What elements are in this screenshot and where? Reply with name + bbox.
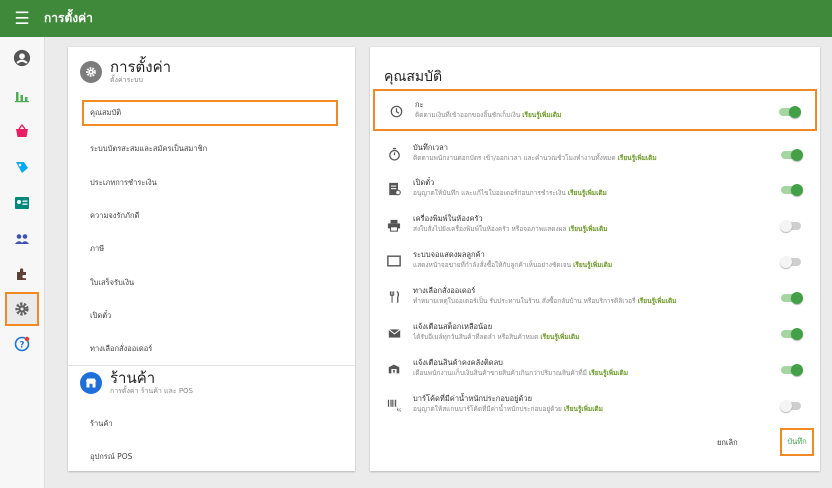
display-icon xyxy=(386,253,402,269)
feature-description: ส่งใบสั่งไปยังเครื่องพิมพ์ในห้องครัว หรื… xyxy=(413,225,608,233)
stopwatch-icon xyxy=(386,146,402,162)
feature-toggle[interactable] xyxy=(781,364,803,376)
menu-item-features[interactable]: คุณสมบัติ xyxy=(82,100,338,126)
items-icon[interactable] xyxy=(7,152,37,182)
menu-item-loyalty-cards[interactable]: ระบบบัตรสะสมและสมัครเป็นสมาชิก xyxy=(82,136,338,162)
feature-toggle[interactable] xyxy=(780,256,803,268)
store-icon xyxy=(80,372,102,394)
learn-more-link[interactable]: เรียนรู้เพิ่มเติม xyxy=(618,154,657,162)
learn-more-link[interactable]: เรียนรู้เพิ่มเติม xyxy=(522,111,561,119)
feature-title: แจ้งเตือนสินค้าคงคลังติดลบ xyxy=(413,358,503,367)
feature-description: ติดตามเงินที่เข้าออกของลิ้นชักเก็บเงิน เ… xyxy=(415,111,562,119)
feature-toggle[interactable] xyxy=(781,328,803,340)
features-title: คุณสมบัติ xyxy=(384,69,443,85)
feature-title: แจ้งเตือนสต็อกเหลือน้อย xyxy=(413,322,493,331)
feature-description: ติดตามพนักงานตอกบัตร เข้า/ออกเวลา และคำน… xyxy=(413,154,657,162)
feature-toggle[interactable] xyxy=(780,400,803,412)
cancel-button[interactable]: ยกเลิก xyxy=(717,437,738,449)
barcode-scale-icon: kg xyxy=(386,397,402,413)
feature-description: อนุญาตให้บันทึก และแก้ไขใบออเดอร์ก่อนการ… xyxy=(413,189,607,197)
learn-more-link[interactable]: เรียนรู้เพิ่มเติม xyxy=(564,405,603,413)
box-icon xyxy=(386,361,402,377)
menu-item-payment-types[interactable]: ประเภทการชำระเงิน xyxy=(82,170,338,196)
cutlery-icon xyxy=(386,289,402,305)
page-title: การตั้งค่า xyxy=(44,11,93,25)
menu-item-loyalty[interactable]: ความจงรักภักดี xyxy=(82,203,338,229)
divider xyxy=(68,365,355,366)
feature-title: ทางเลือกสั่งออเดอร์ xyxy=(413,286,476,295)
account-icon[interactable] xyxy=(7,43,37,73)
learn-more-link[interactable]: เรียนรู้เพิ่มเติม xyxy=(573,261,612,269)
svg-text:?: ? xyxy=(20,340,25,350)
save-button[interactable]: บันทึก xyxy=(780,428,814,456)
svg-text:kg: kg xyxy=(397,407,401,412)
feature-description: อนุญาตให้สแกนบาร์โค้ดที่มีค่าน้ำหนักประก… xyxy=(413,405,603,413)
nav-rail: ? xyxy=(0,37,45,488)
feature-title: เปิดตั๋ว xyxy=(413,178,435,187)
shopping-basket-icon[interactable] xyxy=(7,116,37,146)
printer-icon xyxy=(386,217,402,233)
menu-item-open-tickets[interactable]: เปิดตั๋ว xyxy=(82,303,338,329)
learn-more-link[interactable]: เรียนรู้เพิ่มเติม xyxy=(638,297,677,305)
top-app-bar: ☰ การตั้งค่า xyxy=(0,0,832,37)
gear-icon xyxy=(80,61,102,83)
feature-toggle[interactable] xyxy=(780,220,803,232)
feature-row-shifts: กะ ติดตามเงินที่เข้าออกของลิ้นชักเก็บเงิ… xyxy=(373,89,817,131)
reports-icon[interactable] xyxy=(7,80,37,110)
menu-item-stores[interactable]: ร้านค้า xyxy=(82,411,338,437)
section-subtitle: การตั้งค่า ร้านค้า และ POS xyxy=(110,387,194,395)
section-title: ร้านค้า xyxy=(110,369,156,387)
ticket-icon xyxy=(386,181,402,197)
section-subtitle: ตั้งค่าระบบ xyxy=(110,76,143,84)
clock-icon xyxy=(388,103,404,119)
learn-more-link[interactable]: เรียนรู้เพิ่มเติม xyxy=(540,333,579,341)
feature-row-weight-barcodes: kg บาร์โค้ดที่มีค่าน้ำหนักประกอบอยู่ด้วย… xyxy=(373,385,817,427)
menu-icon[interactable]: ☰ xyxy=(0,0,44,37)
menu-item-dining-options[interactable]: ทางเลือกสั่งออเดอร์ xyxy=(82,336,338,362)
feature-description: เตือนพนักงานแก็บเงินสินค้าขายสินค้าเกินก… xyxy=(413,369,628,377)
feature-description: ได้รับอีเมล์ทุกวันสินค้าที่ลดลำ หรือสินค… xyxy=(413,333,580,341)
feature-description: แสดงหน้าจอขายที่กำลังสั่งซื้อให้กับลูกค้… xyxy=(413,261,613,269)
help-icon[interactable]: ? xyxy=(7,329,37,359)
features-card: คุณสมบัติ กะ ติดตามเงินที่เข้าออกของลิ้น… xyxy=(370,47,820,471)
menu-item-pos-devices[interactable]: อุปกรณ์ POS xyxy=(82,444,338,470)
feature-description: ทำหมายเหตุใบออเดอร์เป็น รับประทานในร้าน … xyxy=(413,297,677,305)
menu-item-taxes[interactable]: ภาษี xyxy=(82,236,338,262)
integrations-icon[interactable] xyxy=(7,259,37,289)
menu-item-receipt[interactable]: ใบเสร็จรับเงิน xyxy=(82,270,338,296)
feature-title: บาร์โค้ดที่มีค่าน้ำหนักประกอบอยู่ด้วย xyxy=(413,394,532,403)
section-title: การตั้งค่า xyxy=(110,58,172,76)
feature-toggle[interactable] xyxy=(779,106,801,118)
learn-more-link[interactable]: เรียนรู้เพิ่มเติม xyxy=(569,225,608,233)
learn-more-link[interactable]: เรียนรู้เพิ่มเติม xyxy=(589,369,628,377)
store-section-header: ร้านค้า การตั้งค่า ร้านค้า และ POS xyxy=(80,370,193,396)
feature-toggle[interactable] xyxy=(781,184,803,196)
feature-title: กะ xyxy=(415,100,424,109)
settings-menu-card: การตั้งค่า ตั้งค่าระบบ คุณสมบัติ ระบบบัต… xyxy=(68,47,355,471)
feature-title: เครื่องพิมพ์ในห้องครัว xyxy=(413,214,483,223)
mail-icon xyxy=(386,325,402,341)
employees-icon[interactable] xyxy=(7,224,37,254)
feature-toggle[interactable] xyxy=(781,149,803,161)
feature-toggle[interactable] xyxy=(781,292,803,304)
customers-icon[interactable] xyxy=(7,188,37,218)
feature-title: ระบบจอแสดงผลลูกค้า xyxy=(413,250,485,259)
learn-more-link[interactable]: เรียนรู้เพิ่มเติม xyxy=(568,189,607,197)
settings-section-header: การตั้งค่า ตั้งค่าระบบ xyxy=(80,59,171,85)
feature-title: บันทึกเวลา xyxy=(413,143,448,152)
settings-icon[interactable] xyxy=(5,292,39,326)
